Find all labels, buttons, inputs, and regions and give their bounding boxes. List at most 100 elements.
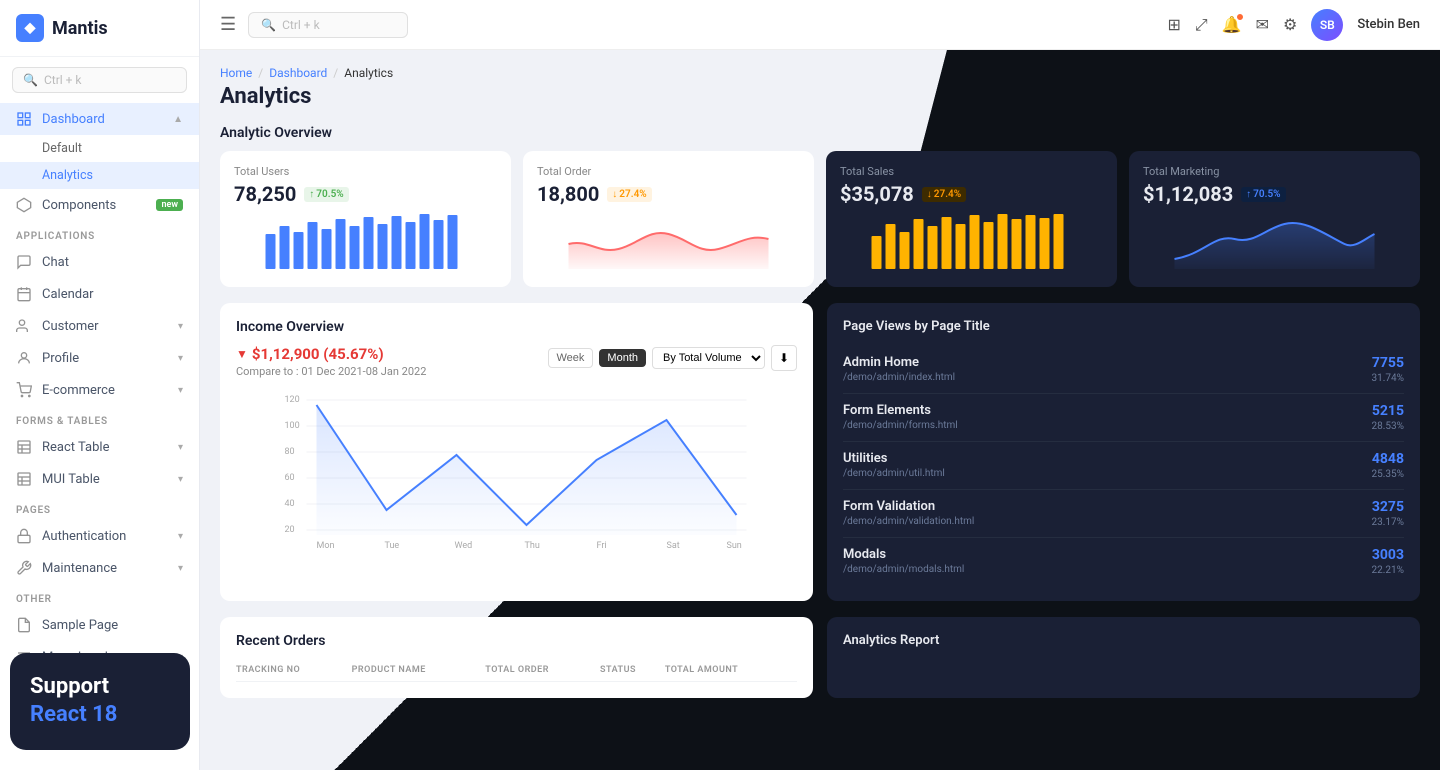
- sidebar-item-label-dashboard: Dashboard: [42, 112, 105, 127]
- stat-value-order: 18,800: [537, 182, 599, 206]
- avatar[interactable]: SB: [1311, 9, 1343, 41]
- sidebar-logo[interactable]: ◆ Mantis: [0, 0, 199, 57]
- stat-label-order: Total Order: [537, 165, 800, 178]
- month-button[interactable]: Month: [599, 349, 646, 367]
- sidebar-item-authentication[interactable]: Authentication ▾: [0, 520, 199, 552]
- page-title: Analytics: [220, 84, 1420, 109]
- main-wrapper: ☰ 🔍 Ctrl + k ⊞ ⤢ 🔔 ✉ ⚙ SB Stebin Ben Hom…: [200, 0, 1440, 770]
- pv-item-1: Admin Home /demo/admin/index.html 7755 3…: [843, 346, 1404, 394]
- income-value: ▼ $1,12,900 (45.67%): [236, 345, 426, 363]
- stat-badge-users: ↑ 70.5%: [304, 187, 348, 202]
- chevron-down-icon-ecommerce: ▾: [178, 385, 183, 396]
- sidebar-item-customer[interactable]: Customer ▾: [0, 310, 199, 342]
- sidebar-item-label-sample: Sample Page: [42, 618, 118, 633]
- table-icon: [16, 439, 32, 455]
- settings-icon[interactable]: ⚙: [1283, 15, 1297, 34]
- download-button[interactable]: ⬇: [771, 345, 797, 371]
- sidebar-item-label-chat: Chat: [42, 255, 69, 270]
- svg-text:60: 60: [285, 473, 295, 483]
- sidebar-item-mui-table[interactable]: MUI Table ▾: [0, 463, 199, 495]
- breadcrumb-dashboard[interactable]: Dashboard: [269, 66, 327, 80]
- breadcrumb-home[interactable]: Home: [220, 66, 252, 80]
- sidebar-item-label-react-table: React Table: [42, 440, 109, 455]
- calendar-icon: [16, 286, 32, 302]
- sidebar-item-react-table[interactable]: React Table ▾: [0, 431, 199, 463]
- orders-title: Recent Orders: [236, 633, 797, 649]
- stat-label-users: Total Users: [234, 165, 497, 178]
- tools-icon: [16, 560, 32, 576]
- stat-value-sales: $35,078: [840, 182, 914, 206]
- fullscreen-icon[interactable]: ⤢: [1195, 15, 1208, 35]
- svg-text:40: 40: [285, 499, 295, 509]
- volume-select[interactable]: By Total Volume: [652, 347, 765, 369]
- topbar-right: ⊞ ⤢ 🔔 ✉ ⚙ SB Stebin Ben: [1167, 9, 1420, 41]
- sidebar-item-label-maintenance: Maintenance: [42, 561, 117, 576]
- sidebar-item-sample[interactable]: Sample Page: [0, 609, 199, 641]
- notification-badge: [1236, 13, 1244, 21]
- sidebar-subitem-default[interactable]: Default: [0, 135, 199, 162]
- stat-cards-grid: Total Users 78,250 ↑ 70.5%: [220, 151, 1420, 287]
- table2-icon: [16, 471, 32, 487]
- logo-icon: ◆: [16, 14, 44, 42]
- sidebar-item-chat[interactable]: Chat: [0, 246, 199, 278]
- users-bar-chart: [234, 214, 497, 269]
- breadcrumb: Home / Dashboard / Analytics: [220, 66, 1420, 80]
- stat-card-order: Total Order 18,800 ↓ 27.4%: [523, 151, 814, 287]
- menu-toggle-button[interactable]: ☰: [220, 14, 236, 35]
- lock-icon: [16, 528, 32, 544]
- bottom-row: Recent Orders Tracking No Product Name T…: [220, 617, 1420, 698]
- topbar-left: ☰ 🔍 Ctrl + k: [220, 12, 408, 38]
- stat-card-users: Total Users 78,250 ↑ 70.5%: [220, 151, 511, 287]
- sidebar-item-label-auth: Authentication: [42, 529, 126, 544]
- chevron-down-icon-maintenance: ▾: [178, 563, 183, 574]
- topbar-search-placeholder[interactable]: Ctrl + k: [282, 18, 320, 32]
- sidebar-item-dashboard[interactable]: Dashboard ▲: [0, 103, 199, 135]
- svg-text:Tue: Tue: [385, 541, 400, 550]
- sidebar-item-profile[interactable]: Profile ▾: [0, 342, 199, 374]
- cart-icon: [16, 382, 32, 398]
- analytics-report-title: Analytics Report: [843, 633, 1404, 648]
- col-total-order: Total Order: [485, 659, 600, 682]
- section-applications: Applications: [0, 221, 199, 246]
- breadcrumb-current: Analytics: [344, 66, 393, 80]
- order-area-chart: [537, 214, 800, 269]
- stat-label-marketing: Total Marketing: [1143, 165, 1406, 178]
- page-header: Home / Dashboard / Analytics Analytics: [220, 66, 1420, 109]
- mail-icon[interactable]: ✉: [1256, 15, 1269, 34]
- col-product: Product Name: [352, 659, 486, 682]
- content-area: Home / Dashboard / Analytics Analytics A…: [200, 50, 1440, 770]
- pv-item-4: Form Validation /demo/admin/validation.h…: [843, 490, 1404, 538]
- box-icon: [16, 197, 32, 213]
- marketing-area-chart: [1143, 214, 1406, 269]
- chevron-down-icon: ▾: [178, 321, 183, 332]
- search-icon: 🔍: [261, 18, 276, 32]
- grid-icon: [16, 111, 32, 127]
- notifications-button[interactable]: 🔔: [1222, 15, 1242, 34]
- week-button[interactable]: Week: [548, 348, 594, 368]
- user-name[interactable]: Stebin Ben: [1357, 17, 1420, 32]
- svg-text:Mon: Mon: [317, 541, 335, 550]
- chevron-down-icon-auth: ▾: [178, 531, 183, 542]
- person-icon: [16, 350, 32, 366]
- svg-text:Thu: Thu: [525, 541, 540, 550]
- col-amount: Total Amount: [665, 659, 797, 682]
- page-views-title: Page Views by Page Title: [843, 319, 1404, 334]
- file-icon: [16, 617, 32, 633]
- badge-new: new: [156, 199, 183, 211]
- sidebar-item-calendar[interactable]: Calendar: [0, 278, 199, 310]
- income-section: Income Overview ▼ $1,12,900 (45.67%) Com…: [220, 303, 813, 601]
- orders-section: Recent Orders Tracking No Product Name T…: [220, 617, 813, 698]
- sidebar-item-components[interactable]: Components new: [0, 189, 199, 221]
- apps-icon[interactable]: ⊞: [1167, 15, 1180, 34]
- svg-text:80: 80: [285, 447, 295, 457]
- chevron-down-icon-profile: ▾: [178, 353, 183, 364]
- sidebar-item-ecommerce[interactable]: E-commerce ▾: [0, 374, 199, 406]
- sidebar-item-label-components: Components: [42, 198, 116, 213]
- page-views-section: Page Views by Page Title Admin Home /dem…: [827, 303, 1420, 601]
- sidebar-subitem-analytics[interactable]: Analytics: [0, 162, 199, 189]
- search-placeholder[interactable]: Ctrl + k: [44, 73, 82, 87]
- svg-text:Fri: Fri: [597, 541, 607, 550]
- income-title: Income Overview: [236, 319, 797, 335]
- sidebar-item-maintenance[interactable]: Maintenance ▾: [0, 552, 199, 584]
- middle-row: Income Overview ▼ $1,12,900 (45.67%) Com…: [220, 303, 1420, 601]
